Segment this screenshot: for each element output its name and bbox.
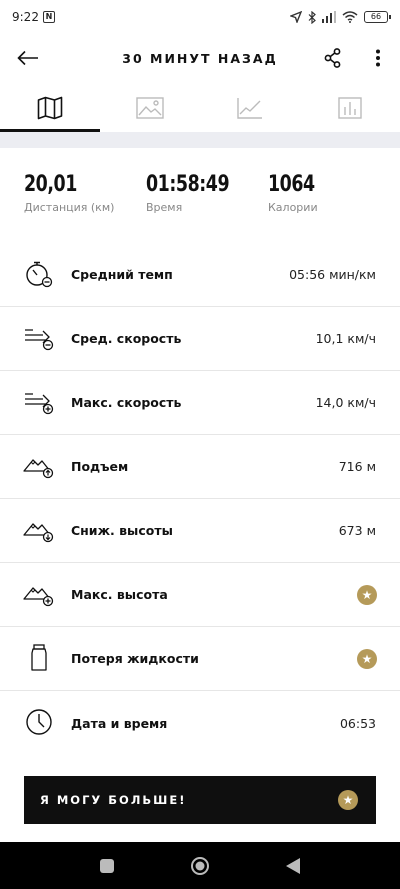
metric-label: Макс. высота — [71, 587, 168, 602]
share-icon — [324, 48, 341, 68]
location-icon — [290, 11, 302, 23]
more-options-button[interactable] — [366, 44, 390, 72]
premium-star-icon: ★ — [357, 648, 377, 669]
square-icon — [99, 858, 114, 873]
status-bar: 9:22 N 66 — [0, 0, 400, 34]
distance-stat: 20,01 Дистанция (км) — [24, 172, 114, 214]
triangle-back-icon — [286, 857, 301, 874]
metric-ascent[interactable]: Подъем 716 м — [0, 435, 400, 499]
metric-max-altitude[interactable]: Макс. высота ★ — [0, 563, 400, 627]
recents-button[interactable] — [87, 846, 127, 886]
image-icon — [136, 97, 164, 119]
tab-map[interactable] — [0, 84, 100, 132]
time-label: Время — [146, 201, 183, 214]
notification-icon: N — [42, 11, 55, 23]
back-nav-button[interactable] — [273, 846, 313, 886]
tab-stats[interactable] — [300, 84, 400, 132]
metric-label: Подъем — [71, 459, 129, 474]
stopwatch-pace-icon — [22, 257, 56, 291]
system-navigation-bar — [0, 842, 400, 889]
time-stat: 01:58:49 Время — [146, 172, 240, 214]
metric-fluid-loss[interactable]: Потеря жидкости ★ — [0, 627, 400, 691]
upgrade-button[interactable]: Я МОГУ БОЛЬШЕ! ★ — [24, 776, 376, 824]
elevation-down-icon — [22, 513, 56, 547]
metric-label: Сред. скорость — [71, 331, 182, 346]
clock-icon — [22, 705, 56, 739]
metric-descent[interactable]: Сниж. высоты 673 м — [0, 499, 400, 563]
calories-label: Калории — [268, 201, 318, 214]
metric-value: 10,1 км/ч — [315, 331, 376, 346]
metric-value: 06:53 — [339, 715, 376, 731]
metric-value: 05:56 мин/км — [289, 267, 376, 282]
arrow-left-icon — [17, 50, 38, 66]
metric-value: 673 м — [338, 523, 376, 538]
bottle-icon — [22, 641, 56, 675]
battery-icon: 66 — [364, 11, 391, 23]
map-icon — [37, 96, 63, 120]
metric-label: Средний темп — [71, 267, 173, 282]
metric-average-speed[interactable]: Сред. скорость 10,1 км/ч — [0, 307, 400, 371]
speed-max-icon — [22, 385, 56, 419]
calories-stat: 1064 Калории — [268, 172, 321, 214]
metric-value: 14,0 км/ч — [315, 395, 376, 410]
time-value: 01:58:49 — [146, 172, 230, 197]
home-button[interactable] — [180, 846, 220, 886]
tab-bar — [0, 84, 400, 132]
metric-average-pace[interactable]: Средний темп 05:56 мин/км — [0, 243, 400, 307]
bluetooth-icon — [308, 10, 316, 24]
premium-star-icon: ★ — [357, 584, 377, 605]
tab-photo[interactable] — [100, 84, 200, 132]
wifi-icon — [342, 11, 358, 23]
calories-value: 1064 — [268, 172, 315, 197]
metric-label: Потеря жидкости — [71, 651, 199, 666]
distance-label: Дистанция (км) — [24, 201, 115, 214]
distance-value: 20,01 — [24, 172, 77, 197]
bar-chart-icon — [338, 97, 362, 119]
elevation-up-icon — [22, 449, 56, 483]
line-chart-icon — [237, 98, 262, 119]
metric-label: Дата и время — [71, 715, 168, 731]
metric-max-speed[interactable]: Макс. скорость 14,0 км/ч — [0, 371, 400, 435]
metric-label: Сниж. высоты — [71, 523, 173, 538]
summary-stats: 20,01 Дистанция (км) 01:58:49 Время 1064… — [0, 160, 400, 240]
speed-average-icon — [22, 321, 56, 355]
metrics-list: Средний темп 05:56 мин/км Сред. скорость… — [0, 243, 400, 755]
status-time: 9:22 — [12, 10, 39, 24]
metric-value: 716 м — [338, 459, 376, 474]
metric-date-time[interactable]: Дата и время 06:53 — [0, 691, 400, 755]
premium-star-icon: ★ — [338, 790, 358, 810]
metric-label: Макс. скорость — [71, 395, 182, 410]
share-button[interactable] — [320, 44, 346, 72]
back-button[interactable] — [14, 44, 42, 72]
home-circle-icon — [190, 856, 209, 875]
upgrade-button-label: Я МОГУ БОЛЬШЕ! — [40, 793, 187, 807]
app-header: 30 МИНУТ НАЗАД — [0, 34, 400, 82]
elevation-max-icon — [22, 577, 56, 611]
section-divider — [0, 132, 400, 148]
signal-icon — [322, 11, 336, 23]
more-vertical-icon — [376, 49, 380, 67]
tab-chart[interactable] — [200, 84, 300, 132]
